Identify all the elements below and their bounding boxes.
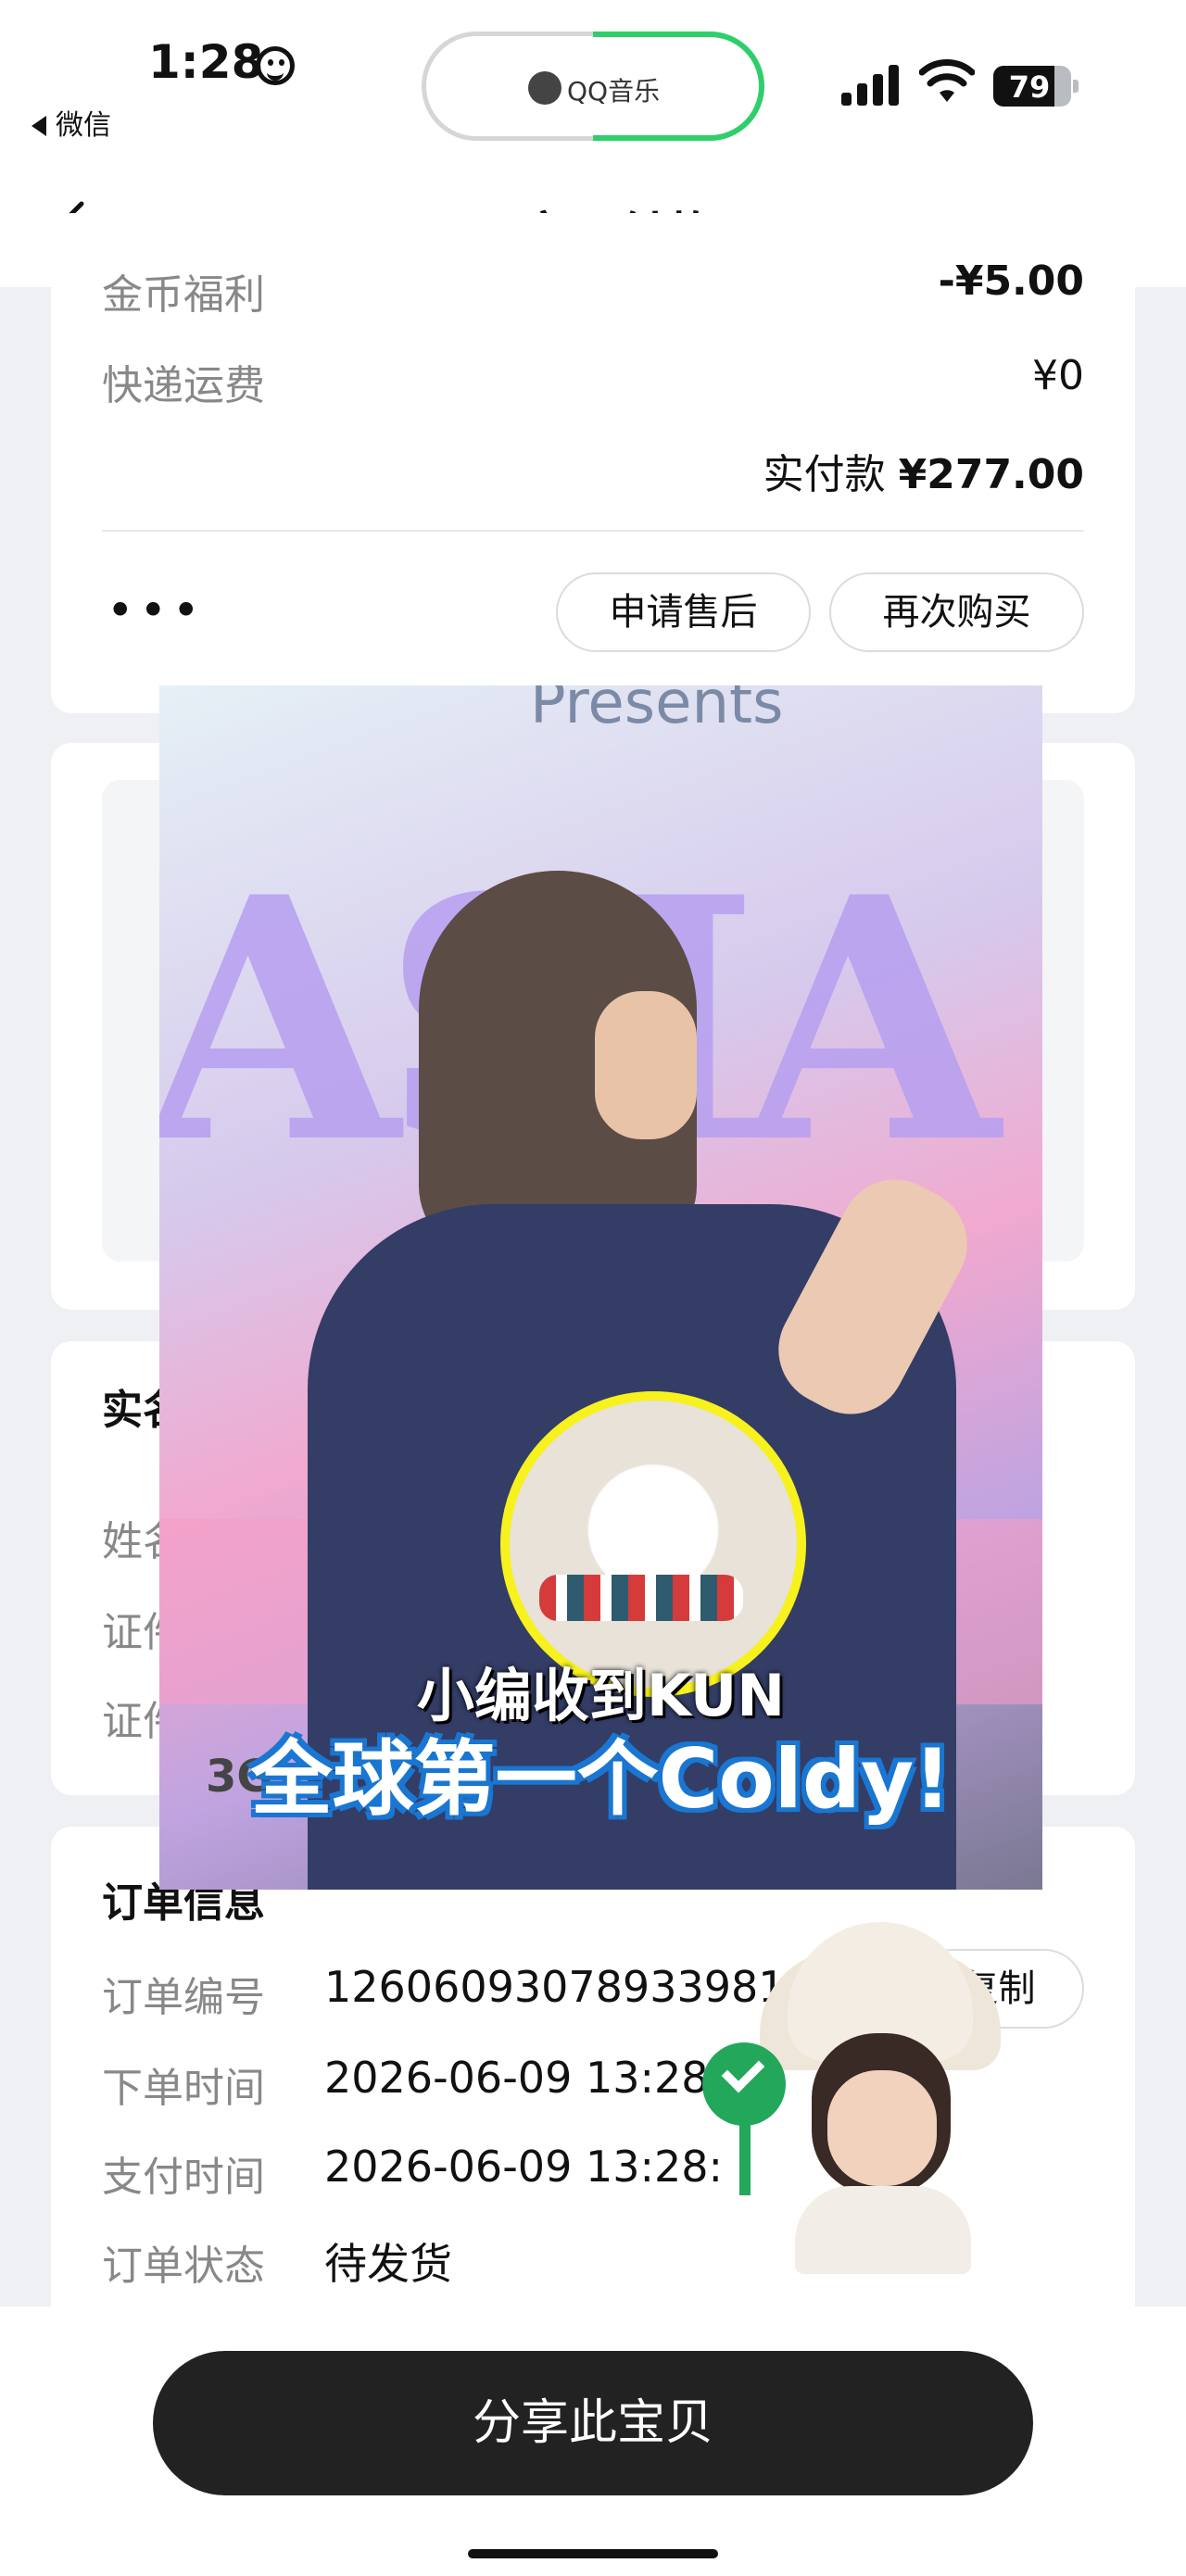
pay-time-label: 支付时间: [102, 2154, 265, 2201]
floating-video-player[interactable]: Presents ASIA 3G 小编收到KUN 全球第一个Coldy!: [159, 685, 1042, 1890]
coin-discount-value: -¥5.00: [938, 258, 1084, 305]
order-time-value: 2026-06-09 13:28:: [324, 2053, 724, 2103]
battery-icon: 79: [993, 66, 1079, 107]
check-sign-stick: [739, 2121, 751, 2195]
coin-discount-label: 金币福利: [102, 271, 265, 319]
battery-percent: 79: [1008, 69, 1051, 105]
pay-time-value: 2026-06-09 13:28:: [324, 2142, 724, 2192]
back-app-label: 微信: [56, 109, 111, 142]
qq-music-icon: [528, 71, 561, 105]
status-bar: 1:28 微信 QQ音乐 79: [0, 0, 1186, 176]
video-person-face: [595, 991, 697, 1139]
wifi-icon: [919, 59, 975, 102]
paid-value: ¥277.00: [898, 451, 1084, 498]
video-caption-line2: 全球第一个Coldy!: [250, 1731, 952, 1827]
cellular-signal-icon: [841, 65, 899, 106]
chef-face: [827, 2070, 937, 2186]
order-time-label: 下单时间: [102, 2065, 265, 2112]
shipping-label: 快递运费: [102, 362, 265, 409]
order-status-value: 待发货: [324, 2239, 452, 2289]
battery-nub: [1073, 80, 1079, 93]
paid-label: 实付款: [763, 451, 886, 498]
buy-again-button[interactable]: 再次购买: [829, 572, 1084, 652]
back-to-app-link[interactable]: 微信: [32, 102, 111, 143]
more-options-icon[interactable]: •••: [107, 584, 205, 637]
check-sign-icon: [702, 2042, 786, 2126]
price-summary-card: 金币福利 -¥5.00 快递运费 ¥0 实付款 ¥277.00 ••• 申请售后…: [51, 213, 1135, 713]
divider: [102, 530, 1084, 532]
order-number-label: 订单编号: [102, 1974, 265, 2021]
paid-amount: 实付款 ¥277.00: [763, 441, 1084, 500]
bottom-action-bar: 分享此宝贝: [0, 2306, 1186, 2576]
shipping-value: ¥0: [1032, 352, 1084, 399]
video-presents-text: Presents: [530, 685, 784, 737]
smiley-icon: [256, 46, 295, 85]
chef-body: [795, 2186, 971, 2274]
order-status-label: 订单状态: [102, 2243, 265, 2290]
chef-mascot-sticker[interactable]: [702, 1922, 999, 2274]
clock: 1:28: [148, 35, 264, 89]
home-indicator: [468, 2549, 718, 2558]
video-snowman-scarf: [539, 1575, 743, 1621]
after-sale-button[interactable]: 申请售后: [556, 572, 811, 652]
back-triangle-icon: [32, 116, 46, 136]
share-item-button[interactable]: 分享此宝贝: [153, 2351, 1033, 2495]
